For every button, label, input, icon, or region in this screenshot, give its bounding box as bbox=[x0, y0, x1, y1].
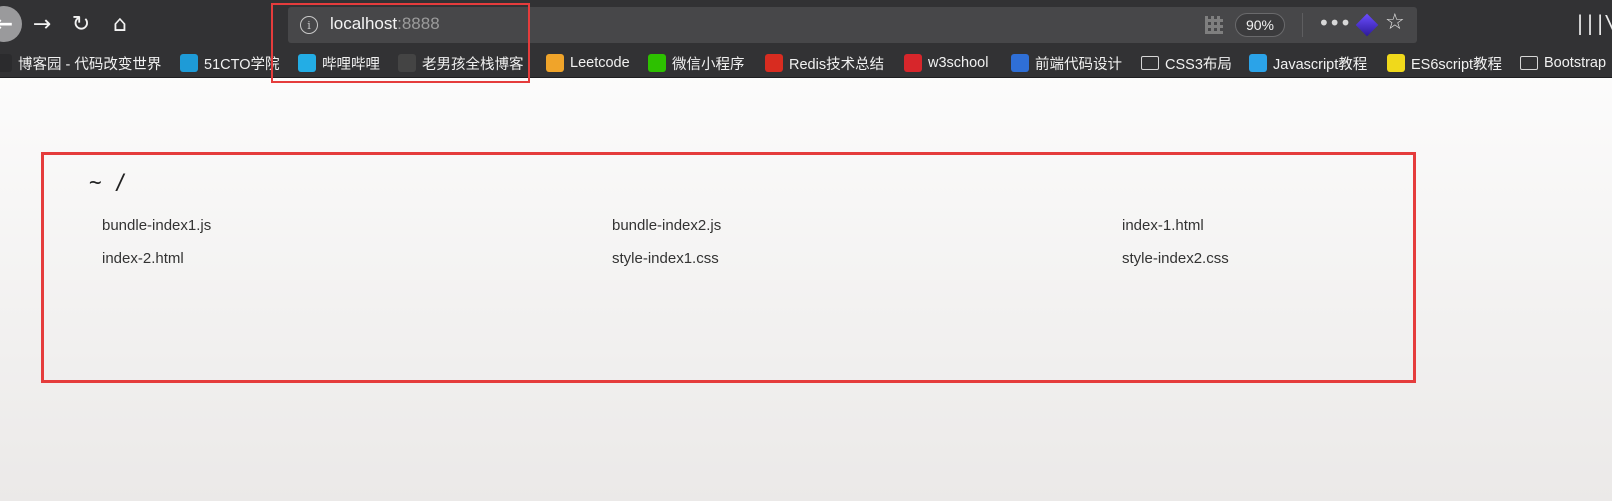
bookmark-item[interactable]: 微信小程序 bbox=[648, 52, 745, 74]
bookmark-label: 51CTO学院 bbox=[204, 56, 280, 73]
url-host: localhost bbox=[330, 14, 398, 33]
bookmark-label: 微信小程序 bbox=[672, 56, 745, 73]
bookmark-label: Redis技术总结 bbox=[789, 56, 885, 73]
51cto-icon bbox=[180, 54, 198, 72]
bookmark-item[interactable]: 前端代码设计 bbox=[1011, 52, 1122, 74]
file-link[interactable]: index-1.html bbox=[1122, 217, 1204, 234]
folder-icon bbox=[1520, 56, 1538, 70]
file-link[interactable]: bundle-index2.js bbox=[612, 217, 721, 234]
bookmark-item[interactable]: Redis技术总结 bbox=[765, 52, 884, 74]
url-bar-divider bbox=[1302, 13, 1303, 37]
bookmark-label: Bootstrap bbox=[1544, 55, 1607, 71]
qr-code-icon[interactable] bbox=[1205, 16, 1223, 34]
bookmark-item[interactable]: CSS3布局 bbox=[1141, 52, 1232, 74]
bookmark-label: Leetcode bbox=[570, 55, 630, 71]
javascript-icon bbox=[1249, 54, 1267, 72]
w3school-icon bbox=[904, 54, 922, 72]
file-link[interactable]: style-index1.css bbox=[612, 250, 719, 267]
frontend-icon bbox=[1011, 54, 1029, 72]
url-port: :8888 bbox=[397, 14, 440, 33]
bookmark-label: 老男孩全栈博客 bbox=[422, 56, 524, 73]
bookmark-item[interactable]: w3school bbox=[904, 52, 988, 74]
wechat-icon bbox=[648, 54, 666, 72]
folder-icon bbox=[1141, 56, 1159, 70]
back-arrow-icon[interactable]: ← bbox=[0, 6, 22, 42]
bookmark-item[interactable]: Bootstrap bbox=[1520, 52, 1606, 74]
bookmark-item[interactable]: ES6script教程 bbox=[1387, 52, 1502, 74]
file-link[interactable]: index-2.html bbox=[102, 250, 184, 267]
extension-icon[interactable] bbox=[1355, 13, 1379, 37]
bookmark-label: CSS3布局 bbox=[1165, 56, 1232, 73]
bookmark-label: Javascript教程 bbox=[1273, 56, 1368, 73]
file-link[interactable]: style-index2.css bbox=[1122, 250, 1229, 267]
forward-arrow-icon[interactable]: → bbox=[26, 7, 58, 41]
bookmark-label: 哔哩哔哩 bbox=[322, 56, 380, 73]
es6-icon bbox=[1387, 54, 1405, 72]
cnblogs-icon bbox=[0, 54, 12, 72]
reload-icon[interactable]: ↻ bbox=[65, 7, 97, 41]
browser-toolbar: ← → ↻ ⌂ i localhost:8888 90% ••• ☆ |||\ bbox=[0, 0, 1612, 48]
redis-icon bbox=[765, 54, 783, 72]
info-icon[interactable]: i bbox=[300, 16, 318, 34]
file-link[interactable]: bundle-index1.js bbox=[102, 217, 211, 234]
url-bar[interactable]: i localhost:8888 90% ••• ☆ bbox=[288, 7, 1417, 43]
zoom-level-badge[interactable]: 90% bbox=[1235, 13, 1285, 37]
bookmark-item[interactable]: 哔哩哔哩 bbox=[298, 52, 380, 74]
bookmark-item[interactable]: 博客园 - 代码改变世界 bbox=[0, 52, 161, 74]
directory-path: ~ / bbox=[89, 170, 127, 194]
bookmark-label: ES6script教程 bbox=[1411, 56, 1503, 73]
bookmark-label: 博客园 - 代码改变世界 bbox=[18, 56, 162, 73]
library-icon[interactable]: |||\ bbox=[1574, 11, 1612, 35]
bilibili-icon bbox=[298, 54, 316, 72]
oldboy-icon bbox=[398, 54, 416, 72]
bookmark-item[interactable]: 老男孩全栈博客 bbox=[398, 52, 524, 74]
bookmark-item[interactable]: Leetcode bbox=[546, 52, 630, 74]
bookmark-item[interactable]: 51CTO学院 bbox=[180, 52, 279, 74]
bookmarks-bar: 博客园 - 代码改变世界 51CTO学院 哔哩哔哩 老男孩全栈博客 Leetcode 微信… bbox=[0, 48, 1612, 78]
more-actions-icon[interactable]: ••• bbox=[1318, 11, 1351, 35]
highlight-box-file-list bbox=[41, 152, 1416, 383]
bookmark-item[interactable]: Javascript教程 bbox=[1249, 52, 1367, 74]
bookmark-label: w3school bbox=[928, 55, 989, 71]
leetcode-icon bbox=[546, 54, 564, 72]
bookmark-star-icon[interactable]: ☆ bbox=[1385, 10, 1405, 35]
home-icon[interactable]: ⌂ bbox=[104, 7, 136, 41]
url-text[interactable]: localhost:8888 bbox=[330, 14, 440, 34]
bookmark-label: 前端代码设计 bbox=[1035, 56, 1122, 73]
